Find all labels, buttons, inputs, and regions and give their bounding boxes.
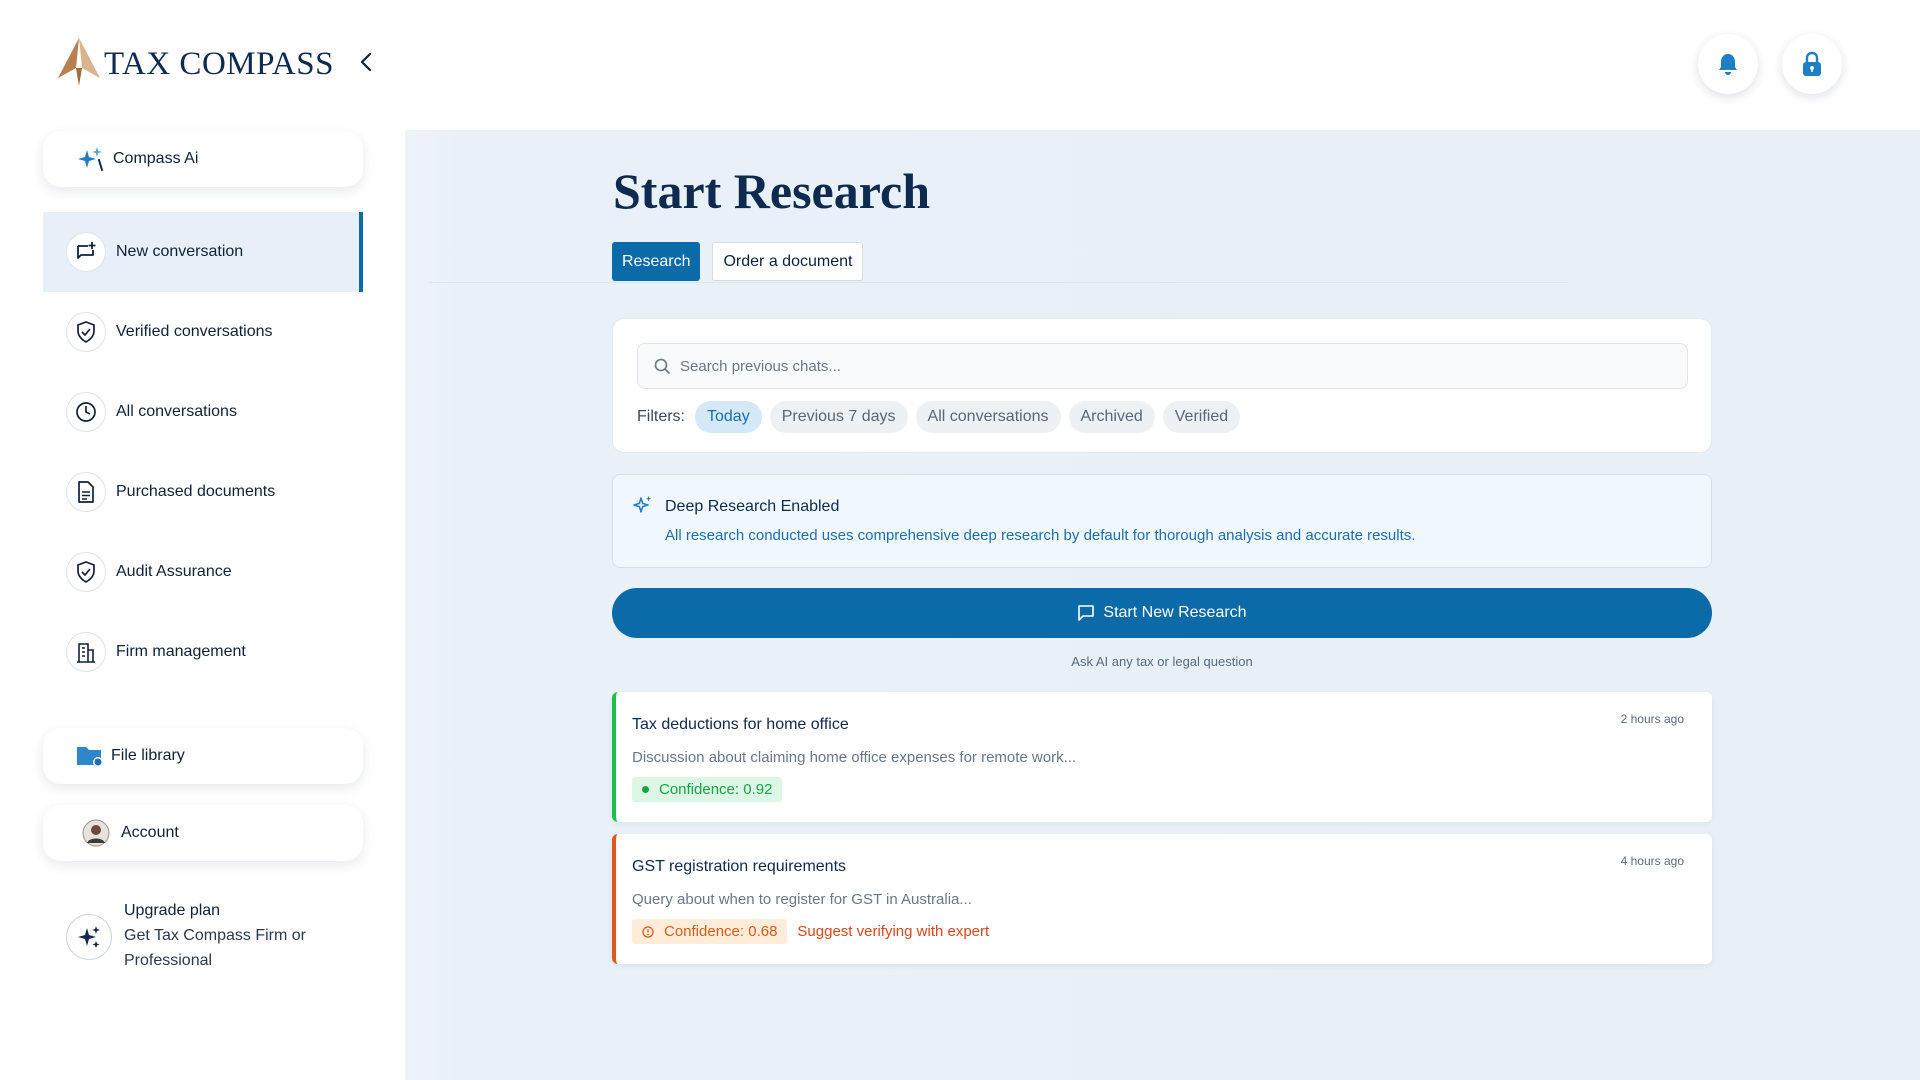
confidence-badge: Confidence: 0.68 — [632, 919, 788, 944]
conversation-description: Discussion about claiming home office ex… — [632, 749, 1077, 766]
conversation-item[interactable]: GST registration requirements 4 hours ag… — [612, 834, 1712, 964]
search-box[interactable] — [637, 343, 1688, 389]
chevron-left-icon — [360, 52, 372, 72]
deep-research-banner: Deep Research Enabled All research condu… — [612, 474, 1712, 568]
confidence-label: Confidence: 0.68 — [664, 923, 778, 940]
logo-text: TAX COMPASS — [104, 45, 334, 82]
tab-order-document[interactable]: Order a document — [712, 242, 864, 281]
lock-button[interactable] — [1782, 34, 1842, 94]
sidebar-item-purchased-documents[interactable]: Purchased documents — [43, 452, 363, 532]
conversation-title: Tax deductions for home office — [632, 716, 849, 733]
upgrade-plan[interactable]: Upgrade plan Get Tax Compass Firm or Pro… — [66, 898, 366, 973]
upgrade-title: Upgrade plan — [124, 902, 221, 919]
sidebar-item-all-conversations[interactable]: All conversations — [43, 372, 363, 452]
clock-icon — [66, 392, 106, 432]
document-icon — [66, 472, 106, 512]
account-button[interactable]: Account — [43, 805, 363, 861]
top-bar — [405, 0, 1920, 130]
compass-ai-button[interactable]: Compass Ai — [43, 131, 363, 187]
status-dot-icon — [642, 786, 649, 793]
sidebar-item-new-conversation[interactable]: New conversation — [43, 212, 363, 292]
sidebar-item-label: Purchased documents — [116, 483, 276, 500]
building-icon — [66, 632, 106, 672]
folder-icon — [75, 741, 105, 771]
filter-today[interactable]: Today — [695, 401, 762, 433]
filters-label: Filters: — [637, 408, 685, 425]
filters: Filters: Today Previous 7 days All conve… — [637, 401, 1248, 433]
main-content: Start Research Research Order a document… — [405, 0, 1920, 1080]
shield-check-icon — [66, 312, 106, 352]
avatar — [81, 818, 111, 848]
conversation-title: GST registration requirements — [632, 858, 847, 875]
tab-research[interactable]: Research — [612, 242, 701, 281]
sidebar-item-firm-management[interactable]: Firm management — [43, 612, 363, 692]
compass-arrow-icon — [58, 38, 100, 86]
search-card: Filters: Today Previous 7 days All conve… — [612, 318, 1712, 453]
sidebar-item-audit-assurance[interactable]: Audit Assurance — [43, 532, 363, 612]
tab-bar: Research Order a document — [612, 242, 864, 281]
start-hint: Ask AI any tax or legal question — [1071, 654, 1253, 669]
sidebar-item-label: New conversation — [116, 243, 244, 260]
account-label: Account — [121, 824, 179, 841]
start-new-research-label: Start New Research — [1103, 604, 1247, 621]
upgrade-subtitle: Get Tax Compass Firm or Professional — [124, 927, 306, 969]
sidebar-item-label: Audit Assurance — [116, 563, 232, 580]
conversation-time: 2 hours ago — [1620, 712, 1684, 726]
sparkle-icon — [633, 495, 653, 520]
search-icon — [654, 358, 670, 374]
filter-verified[interactable]: Verified — [1162, 401, 1241, 433]
tab-divider — [429, 282, 1569, 283]
deep-research-title: Deep Research Enabled — [665, 498, 840, 515]
confidence-label: Confidence: 0.92 — [659, 781, 773, 798]
sidebar-nav: New conversation Verified conversations … — [43, 212, 363, 692]
conversation-description: Query about when to register for GST in … — [632, 891, 972, 908]
bell-icon — [1719, 54, 1737, 75]
chat-plus-icon — [66, 232, 106, 272]
search-input[interactable] — [680, 357, 1630, 375]
confidence-badge: Confidence: 0.92 — [632, 777, 783, 802]
conversation-badges: Confidence: 0.92 — [632, 777, 783, 802]
suggestion-text: Suggest verifying with expert — [797, 923, 990, 940]
lock-icon — [1803, 51, 1821, 76]
sparkles-icon — [77, 144, 107, 174]
conversation-item[interactable]: Tax deductions for home office 2 hours a… — [612, 692, 1712, 822]
sidebar-item-label: All conversations — [116, 403, 237, 420]
file-library-label: File library — [111, 747, 185, 764]
tax-compass-logo[interactable]: TAX COMPASS — [58, 38, 334, 86]
sidebar: TAX COMPASS Compass Ai New conversation — [0, 0, 405, 1080]
collapse-sidebar-button[interactable] — [352, 48, 380, 76]
filter-all-conversations[interactable]: All conversations — [915, 401, 1061, 433]
conversation-badges: Confidence: 0.68 Suggest verifying with … — [632, 919, 989, 944]
conversation-time: 4 hours ago — [1620, 854, 1684, 868]
alert-circle-icon — [642, 925, 654, 938]
sidebar-item-verified-conversations[interactable]: Verified conversations — [43, 292, 363, 372]
deep-research-description: All research conducted uses comprehensiv… — [665, 527, 1416, 544]
sidebar-item-label: Firm management — [116, 643, 246, 660]
filter-previous-7-days[interactable]: Previous 7 days — [769, 401, 908, 433]
sparkles-icon — [66, 914, 112, 960]
shield-check-icon — [66, 552, 106, 592]
page-title: Start Research — [613, 163, 931, 219]
chat-icon — [1078, 605, 1095, 621]
start-new-research-button[interactable]: Start New Research — [612, 588, 1712, 638]
compass-ai-label: Compass Ai — [113, 150, 199, 167]
notifications-button[interactable] — [1698, 34, 1758, 94]
sidebar-item-label: Verified conversations — [116, 323, 273, 340]
filter-archived[interactable]: Archived — [1068, 401, 1155, 433]
file-library-button[interactable]: File library — [43, 728, 363, 784]
